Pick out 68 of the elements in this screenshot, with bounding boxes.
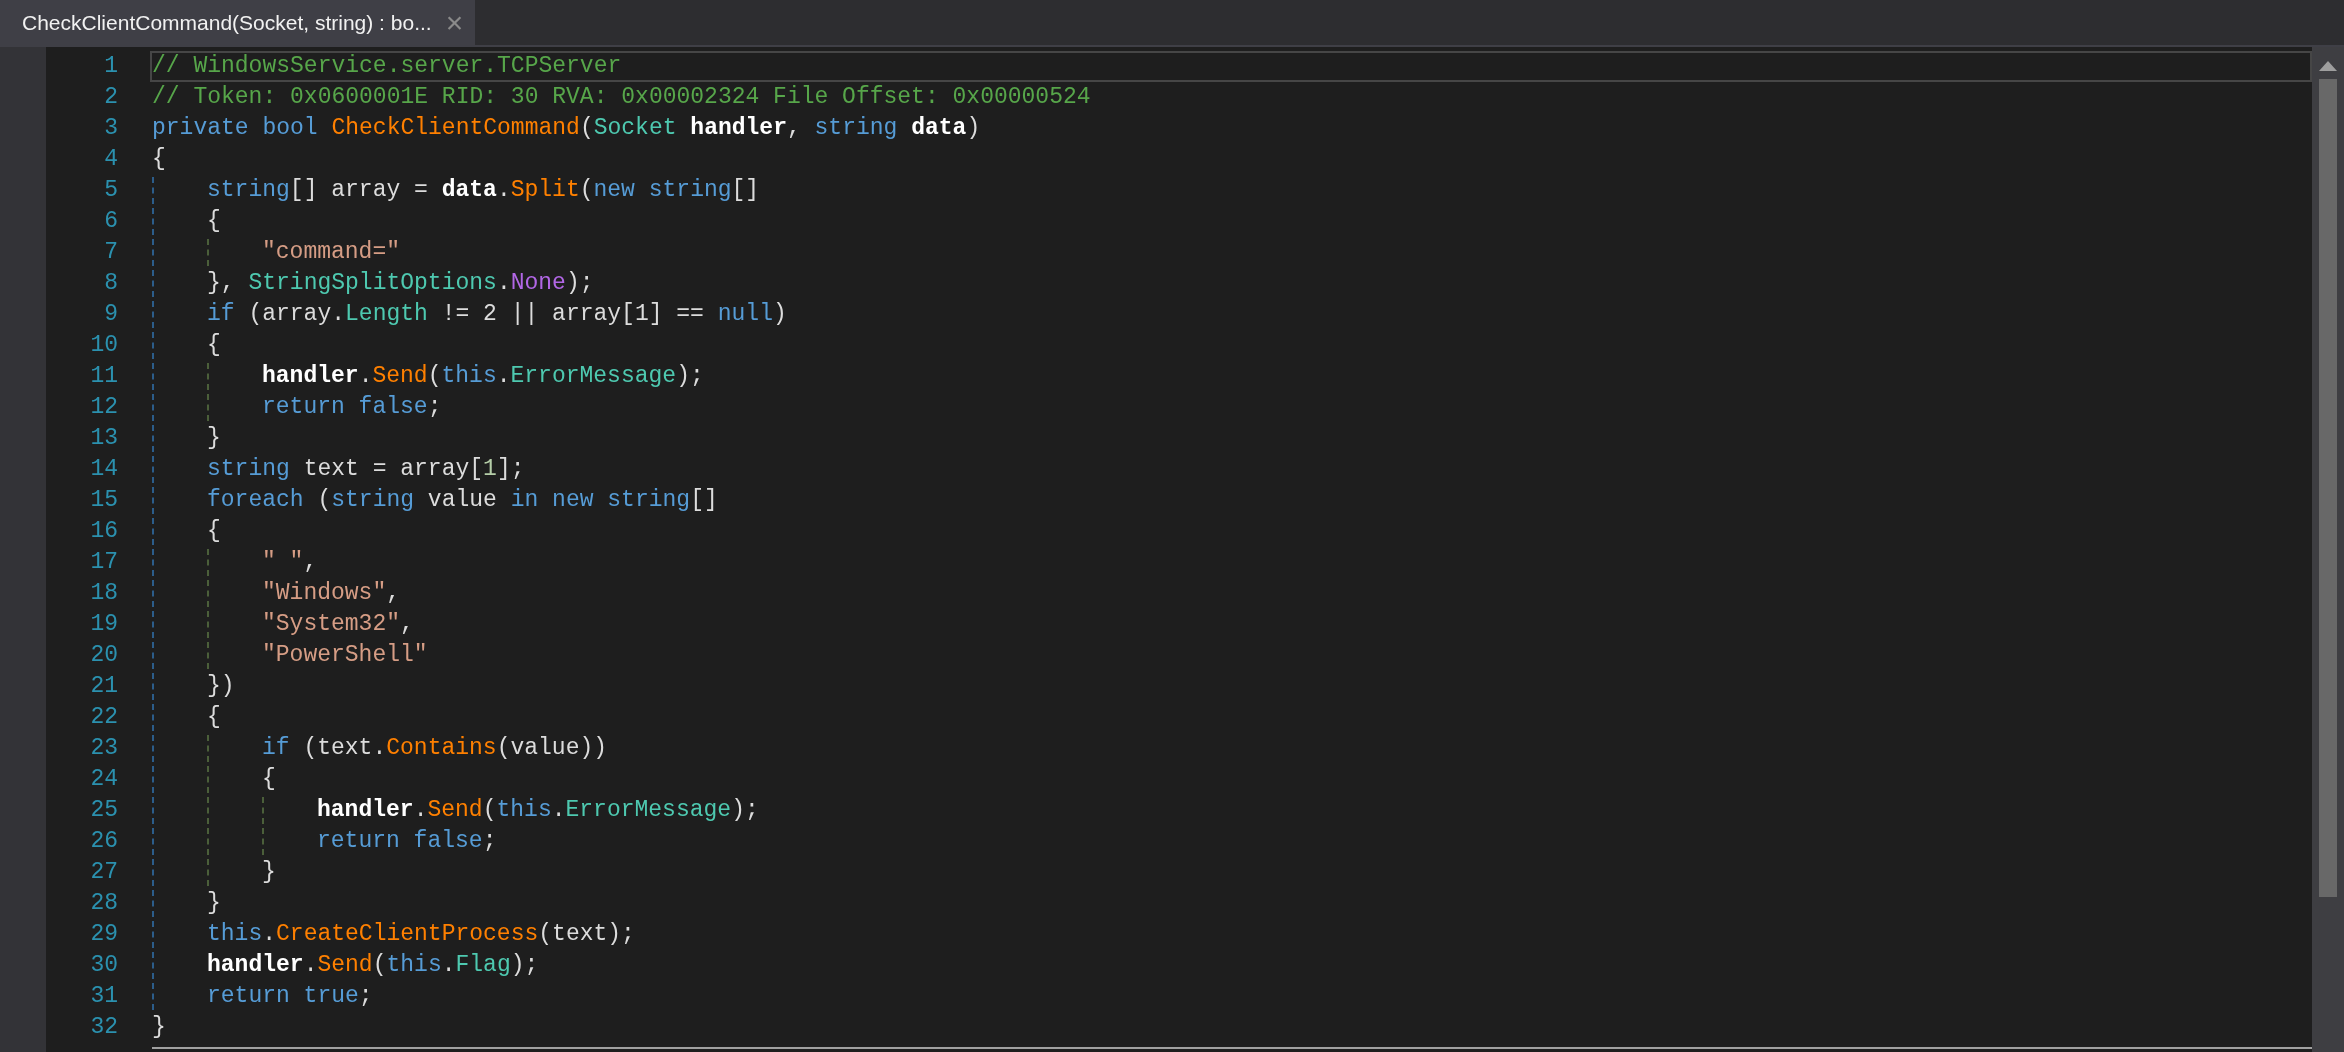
code-line: }: [150, 423, 2312, 454]
line-number: 8: [103, 269, 118, 299]
code-line: "Windows",: [150, 578, 2312, 609]
scrollbar[interactable]: [2312, 47, 2344, 1052]
code-line: {: [150, 702, 2312, 733]
line-number: 13: [89, 424, 118, 454]
line-number: 2: [103, 83, 118, 113]
code-line: foreach (string value in new string[]: [150, 485, 2312, 516]
scrollbar-thumb[interactable]: [2319, 79, 2337, 897]
line-number: 5: [103, 176, 118, 206]
line-number: 15: [89, 486, 118, 516]
line-number: 17: [89, 548, 118, 578]
code-line: }): [150, 671, 2312, 702]
tab-label: CheckClientCommand(Socket, string) : bo...: [22, 9, 432, 36]
code-line: if (array.Length != 2 || array[1] == null): [150, 299, 2312, 330]
code-line: }, StringSplitOptions.None);: [150, 268, 2312, 299]
line-number: 7: [103, 238, 118, 268]
code-line: {: [150, 516, 2312, 547]
code-line: "command=": [150, 237, 2312, 268]
line-number: 27: [89, 858, 118, 888]
code-line: private bool CheckClientCommand(Socket handler, string data): [151, 114, 982, 144]
code-line: "PowerShell": [150, 640, 2312, 671]
line-number: 1: [103, 52, 118, 82]
code-line: {: [150, 764, 2312, 795]
line-number: 30: [89, 951, 118, 981]
line-number: 28: [89, 889, 118, 919]
code-line: if (text.Contains(value)): [150, 733, 2312, 764]
code-line: {: [150, 330, 2312, 361]
line-number: 25: [89, 796, 118, 826]
line-number: 4: [103, 145, 118, 175]
line-number: 9: [103, 300, 118, 330]
code-line: "System32",: [150, 609, 2312, 640]
code-line: {: [151, 145, 167, 175]
code-line: return false;: [150, 392, 2312, 423]
line-number: 12: [89, 393, 118, 423]
line-number: 14: [89, 455, 118, 485]
line-number: 11: [89, 362, 118, 392]
line-number: 6: [103, 207, 118, 237]
line-number: 18: [89, 579, 118, 609]
line-number: 10: [89, 331, 118, 361]
line-number: 3: [103, 114, 118, 144]
code-line: this.CreateClientProcess(text);: [150, 919, 2312, 950]
code-line: {: [150, 206, 2312, 237]
line-number: 26: [89, 827, 118, 857]
editor-tab[interactable]: CheckClientCommand(Socket, string) : bo... ×: [0, 0, 476, 45]
line-number: 21: [89, 672, 118, 702]
line-number: 20: [89, 641, 118, 671]
line-number: 29: [89, 920, 118, 950]
line-number: 19: [89, 610, 118, 640]
code-line: }: [151, 1013, 167, 1043]
line-number: 16: [89, 517, 118, 547]
scroll-up-icon[interactable]: [2319, 61, 2337, 71]
line-number: 22: [89, 703, 118, 733]
code-line: return true;: [150, 981, 2312, 1012]
code-line: " ",: [150, 547, 2312, 578]
code-line: }: [150, 857, 2312, 888]
line-number: 24: [89, 765, 118, 795]
code-line: // Token: 0x0600001E RID: 30 RVA: 0x00002324 File Offset: 0x00000524: [151, 83, 1092, 113]
code-line: return false;: [150, 826, 2312, 857]
code-line: }: [150, 888, 2312, 919]
line-number: 32: [89, 1013, 118, 1043]
code-line: string[] array = data.Split(new string[]: [150, 175, 2312, 206]
line-number: 23: [89, 734, 118, 764]
code-line: handler.Send(this.Flag);: [150, 950, 2312, 981]
line-number: 31: [89, 982, 118, 1012]
code-line: handler.Send(this.ErrorMessage);: [150, 361, 2312, 392]
code-line: string text = array[1];: [150, 454, 2312, 485]
code-line: handler.Send(this.ErrorMessage);: [150, 795, 2312, 826]
